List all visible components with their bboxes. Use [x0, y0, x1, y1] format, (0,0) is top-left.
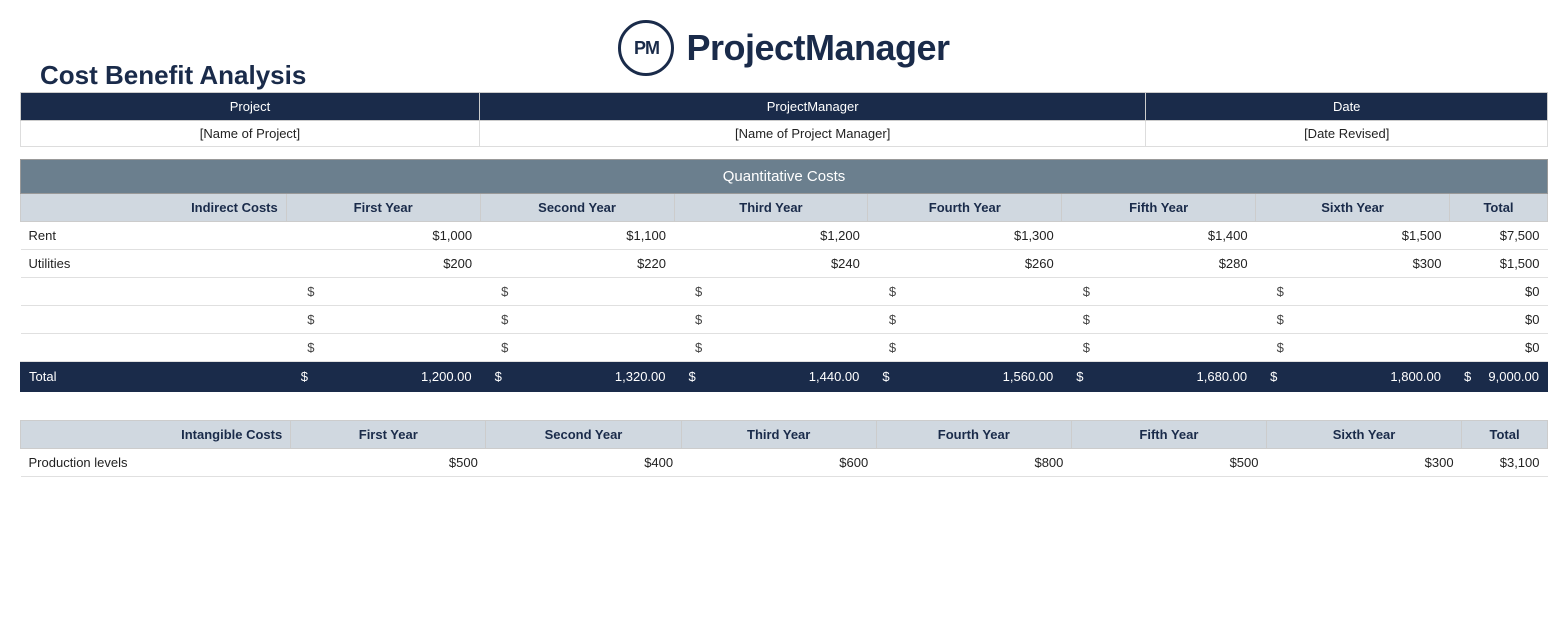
intangible-col-y6: Sixth Year: [1266, 421, 1461, 449]
intangible-col-y3: Third Year: [681, 421, 876, 449]
col-header-y2: Second Year: [480, 194, 674, 222]
quantitative-costs-table: Quantitative Costs Indirect Costs First …: [20, 159, 1548, 392]
col-header-y4: Fourth Year: [868, 194, 1062, 222]
indirect-costs-label: Indirect Costs: [21, 194, 287, 222]
intangible-col-y1: First Year: [291, 421, 486, 449]
intangible-col-total: Total: [1462, 421, 1548, 449]
logo-name: ProjectManager: [686, 27, 949, 69]
intangible-col-y4: Fourth Year: [876, 421, 1071, 449]
col-header-y6: Sixth Year: [1256, 194, 1450, 222]
table-row: Rent $1,000 $1,100 $1,200 $1,300 $1,400 …: [21, 222, 1548, 250]
table-row: $ $ $ $ $ $ $0: [21, 306, 1548, 334]
intangible-col-y2: Second Year: [486, 421, 681, 449]
intangible-costs-label: Intangible Costs: [21, 421, 291, 449]
page-title: Cost Benefit Analysis: [40, 60, 306, 91]
col-header-total: Total: [1450, 194, 1548, 222]
intangible-col-y5: Fifth Year: [1071, 421, 1266, 449]
info-value-date: [Date Revised]: [1146, 121, 1548, 147]
col-header-y3: Third Year: [674, 194, 868, 222]
totals-row: Total $ 1,200.00 $ 1,320.00 $ 1,440.00 $…: [21, 362, 1548, 392]
table-row: $ $ $ $ $ $ $0: [21, 278, 1548, 306]
info-value-project: [Name of Project]: [21, 121, 480, 147]
logo-icon: PM: [618, 20, 674, 76]
info-bar: Project ProjectManager Date [Name of Pro…: [20, 92, 1548, 147]
info-header-date: Date: [1146, 93, 1548, 121]
quantitative-costs-header: Quantitative Costs: [21, 160, 1548, 194]
info-value-pm: [Name of Project Manager]: [479, 121, 1145, 147]
col-header-y1: First Year: [286, 194, 480, 222]
table-row: $ $ $ $ $ $ $0: [21, 334, 1548, 362]
info-header-project: Project: [21, 93, 480, 121]
table-row: Production levels $500 $400 $600 $800 $5…: [21, 449, 1548, 477]
col-header-y5: Fifth Year: [1062, 194, 1256, 222]
table-row: Utilities $200 $220 $240 $260 $280 $300 …: [21, 250, 1548, 278]
info-header-pm: ProjectManager: [479, 93, 1145, 121]
intangible-costs-table: Intangible Costs First Year Second Year …: [20, 420, 1548, 477]
